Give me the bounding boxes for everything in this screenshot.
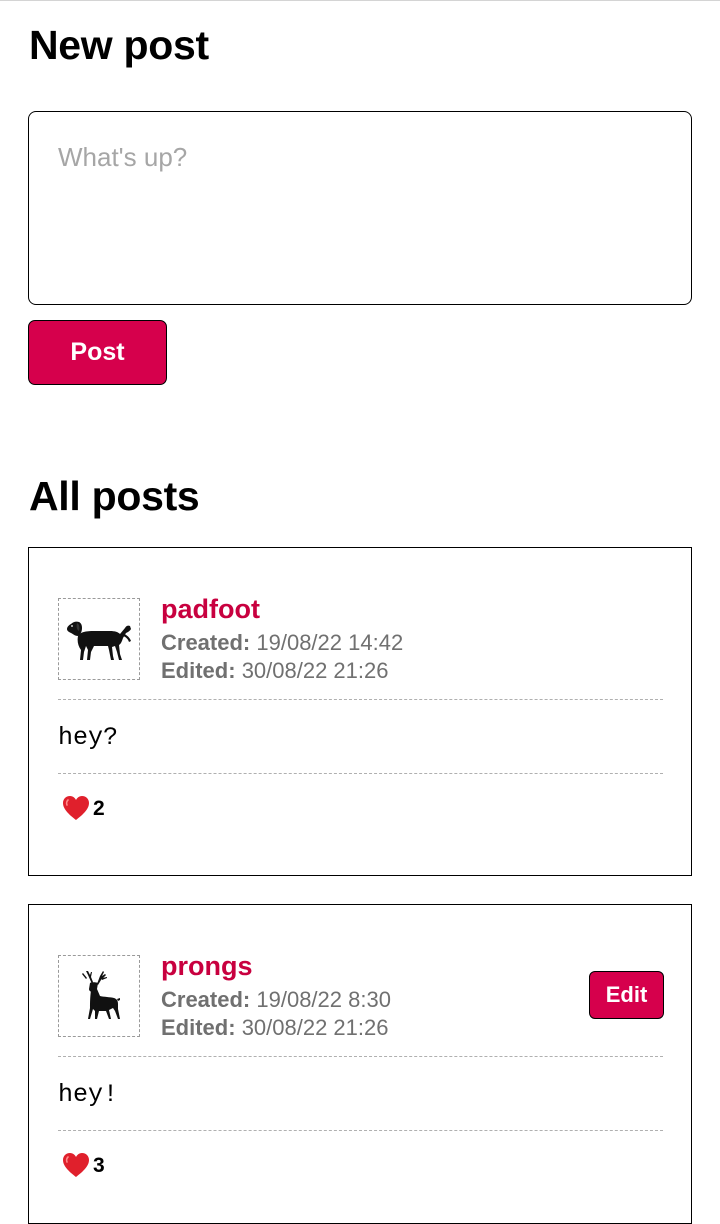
dog-icon bbox=[67, 621, 131, 660]
like-button[interactable]: 2 bbox=[62, 795, 105, 821]
post-created: Created: 19/08/22 8:30 bbox=[161, 989, 391, 1011]
created-date: 19/08/22 14:42 bbox=[256, 630, 404, 655]
post-card: padfoot Created: 19/08/22 14:42 Edited: … bbox=[28, 547, 692, 876]
stag-icon bbox=[82, 971, 120, 1019]
edited-label: Edited: bbox=[161, 1015, 236, 1040]
top-divider bbox=[0, 0, 720, 1]
edited-label: Edited: bbox=[161, 658, 236, 683]
avatar bbox=[58, 598, 140, 680]
avatar bbox=[58, 955, 140, 1037]
like-button[interactable]: 3 bbox=[62, 1152, 105, 1178]
edited-date: 30/08/22 21:26 bbox=[241, 1015, 389, 1040]
created-date: 19/08/22 8:30 bbox=[256, 987, 391, 1012]
heart-icon bbox=[63, 1153, 89, 1177]
page: New post Post All posts padfoot bbox=[0, 0, 720, 1224]
post-divider bbox=[58, 773, 663, 774]
post-card: prongs Created: 19/08/22 8:30 Edited: 30… bbox=[28, 904, 692, 1224]
post-edited: Edited: 30/08/22 21:26 bbox=[161, 660, 389, 682]
heart-icon bbox=[63, 796, 89, 820]
post-edited: Edited: 30/08/22 21:26 bbox=[161, 1017, 389, 1039]
post-content: hey? bbox=[58, 723, 119, 752]
new-post-heading: New post bbox=[29, 22, 209, 68]
all-posts-heading: All posts bbox=[29, 473, 200, 519]
post-divider bbox=[58, 699, 663, 700]
post-content: hey! bbox=[58, 1080, 119, 1109]
edit-post-button[interactable]: Edit bbox=[589, 971, 664, 1019]
created-label: Created: bbox=[161, 630, 251, 655]
edited-date: 30/08/22 21:26 bbox=[241, 658, 389, 683]
post-divider bbox=[58, 1130, 663, 1131]
post-username[interactable]: padfoot bbox=[161, 596, 260, 623]
post-created: Created: 19/08/22 14:42 bbox=[161, 632, 403, 654]
post-divider bbox=[58, 1056, 663, 1057]
created-label: Created: bbox=[161, 987, 251, 1012]
like-count: 3 bbox=[93, 1153, 105, 1177]
post-button[interactable]: Post bbox=[28, 320, 167, 385]
new-post-textarea[interactable] bbox=[28, 111, 692, 305]
like-count: 2 bbox=[93, 796, 105, 820]
post-username[interactable]: prongs bbox=[161, 953, 253, 980]
